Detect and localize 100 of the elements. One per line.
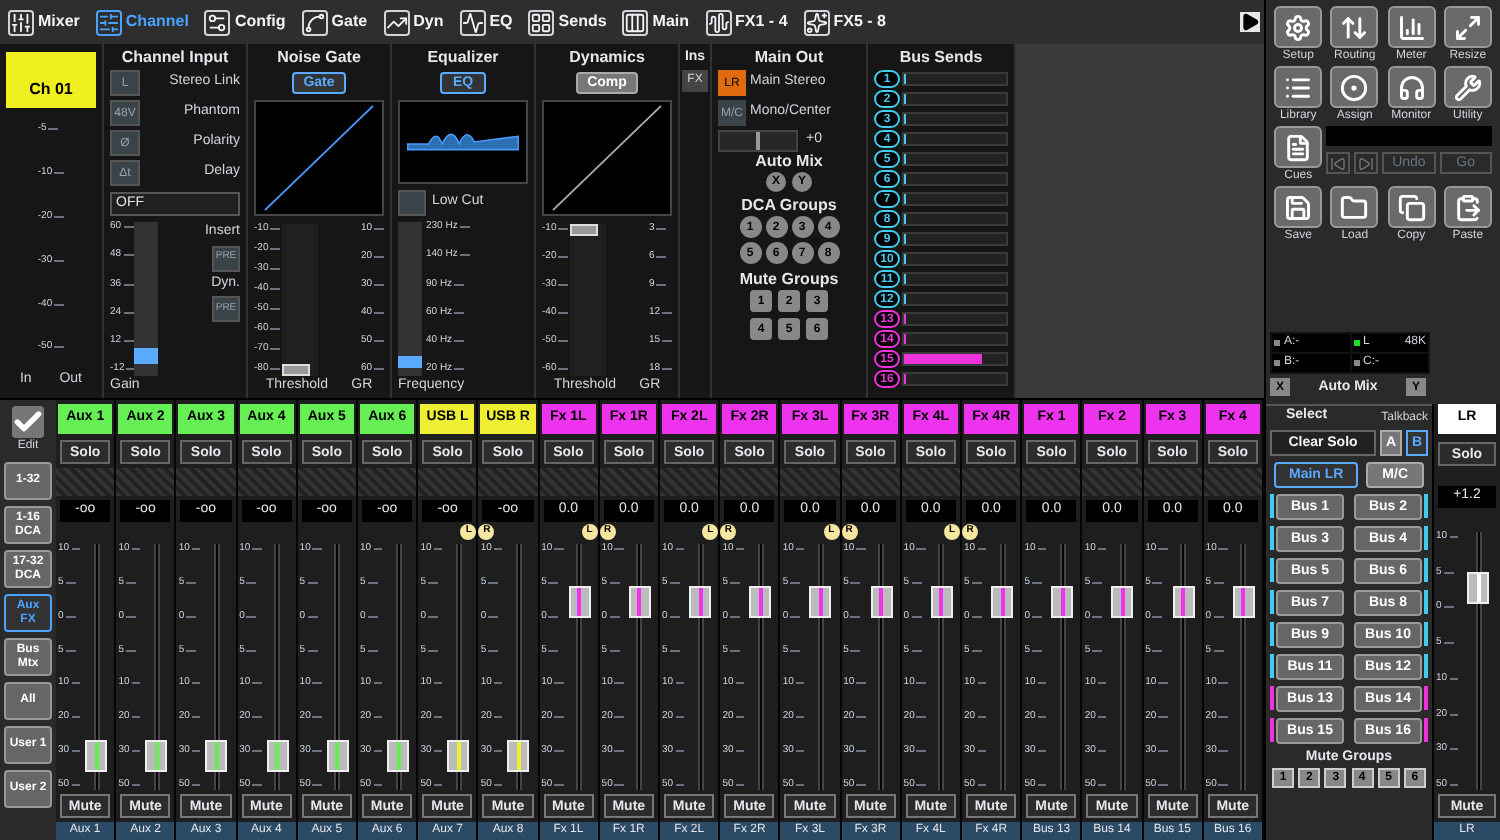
up-down-arrows-icon [1340,13,1369,41]
tool-button[interactable] [1330,66,1379,108]
tool-button[interactable] [1330,6,1379,48]
hatched-band [418,468,477,496]
tool-button[interactable] [1330,186,1379,228]
fader-thumb[interactable] [568,586,591,619]
sparkle-icon [803,9,830,35]
hatched-band [176,468,236,496]
target-icon [1340,73,1369,101]
send-slider[interactable] [902,172,1008,186]
next-arrow-icon[interactable] [1240,12,1260,32]
fader-thumb[interactable] [1232,586,1255,619]
send-slider[interactable] [902,152,1008,166]
tab[interactable]: Config [200,4,290,40]
fader-thumb[interactable] [266,740,289,773]
hatched-band [1022,468,1081,496]
fader-thumb[interactable] [1467,572,1489,605]
curve-icon [383,9,410,35]
fader-thumb[interactable] [628,586,651,619]
fader-thumb[interactable] [145,740,168,773]
tab[interactable]: EQ [455,4,517,40]
hatched-band [1082,468,1142,496]
tool-button[interactable] [1443,6,1492,48]
send-slider[interactable] [902,192,1008,206]
transfer-curve-graph [542,100,672,216]
tool-button[interactable] [1387,6,1436,48]
fader-thumb[interactable] [85,740,108,773]
fader-thumb[interactable] [1111,586,1134,619]
fader-thumb[interactable] [326,740,349,773]
tab[interactable]: Mixer [4,4,84,40]
fader-thumb[interactable] [689,586,712,619]
tab[interactable]: FX5 - 8 [799,4,890,40]
tool-button[interactable] [1387,66,1436,108]
fader-thumb[interactable] [387,740,410,773]
resize-icon [1453,13,1482,41]
fader-thumb[interactable] [809,586,832,619]
tool-button[interactable] [1443,66,1492,108]
tab[interactable]: Main [618,4,694,40]
panel-title: Main Out [754,48,824,68]
channel-name: Ch 01 [6,52,96,108]
grid-icon [528,9,555,35]
next-button[interactable] [1354,152,1379,174]
document-icon [1284,133,1313,161]
settings-icon [1284,13,1313,41]
fader-thumb[interactable] [870,586,893,619]
panel-title: Noise Gate [275,48,363,68]
send-slider[interactable] [902,72,1008,86]
send-slider[interactable] [902,212,1008,226]
fader-thumb[interactable] [930,586,953,619]
send-slider[interactable] [902,352,1008,366]
slider-thumb[interactable] [134,348,158,365]
hatched-band [599,468,658,496]
tool-button[interactable] [1274,126,1323,168]
list-icon [1284,73,1313,101]
skip-back-icon [1330,155,1347,171]
fader-thumb[interactable] [1172,586,1195,619]
fader-thumb[interactable] [447,740,470,773]
skip-forward-icon [1358,155,1375,171]
send-slider[interactable] [902,372,1008,386]
send-slider[interactable] [902,232,1008,246]
send-slider[interactable] [902,92,1008,106]
send-slider[interactable] [902,252,1008,266]
send-slider[interactable] [902,312,1008,326]
sliders-icon [8,9,34,35]
fader-thumb[interactable] [749,586,772,619]
tool-button[interactable] [1387,186,1436,228]
clipboard-icon [1453,193,1482,221]
tool-button[interactable] [1274,6,1323,48]
tab[interactable]: Sends [524,4,611,40]
send-slider[interactable] [902,112,1008,126]
tool-button[interactable] [1274,66,1323,108]
fader-thumb[interactable] [991,586,1014,619]
tab[interactable]: Dyn [379,4,448,40]
hatched-band [297,468,356,496]
slider-thumb[interactable] [570,224,598,236]
tab[interactable]: Channel [91,4,193,40]
panel-title: Mute Groups [739,270,839,290]
hatched-band [720,468,779,496]
send-slider[interactable] [902,292,1008,306]
tab[interactable]: Gate [297,4,372,40]
hatched-band [56,468,115,496]
hatched-band [780,468,840,496]
send-slider[interactable] [902,332,1008,346]
tab[interactable]: FX1 - 4 [701,4,792,40]
panel-title: Channel Input [119,48,231,68]
checkmark-icon [12,406,44,438]
tool-button[interactable] [1443,186,1492,228]
headphones-icon [1397,73,1426,101]
previous-button[interactable] [1326,152,1351,174]
fader-thumb[interactable] [205,740,228,773]
panel-title: DCA Groups [741,196,837,216]
panel-title: Auto Mix [755,152,823,172]
slider-thumb[interactable] [282,363,310,375]
fader-thumb[interactable] [507,740,530,773]
send-slider[interactable] [902,272,1008,286]
tool-button[interactable] [1274,186,1323,228]
pan-slider[interactable] [718,130,798,152]
send-slider[interactable] [902,132,1008,146]
fader-thumb[interactable] [1051,586,1074,619]
slider-thumb[interactable] [398,355,422,368]
